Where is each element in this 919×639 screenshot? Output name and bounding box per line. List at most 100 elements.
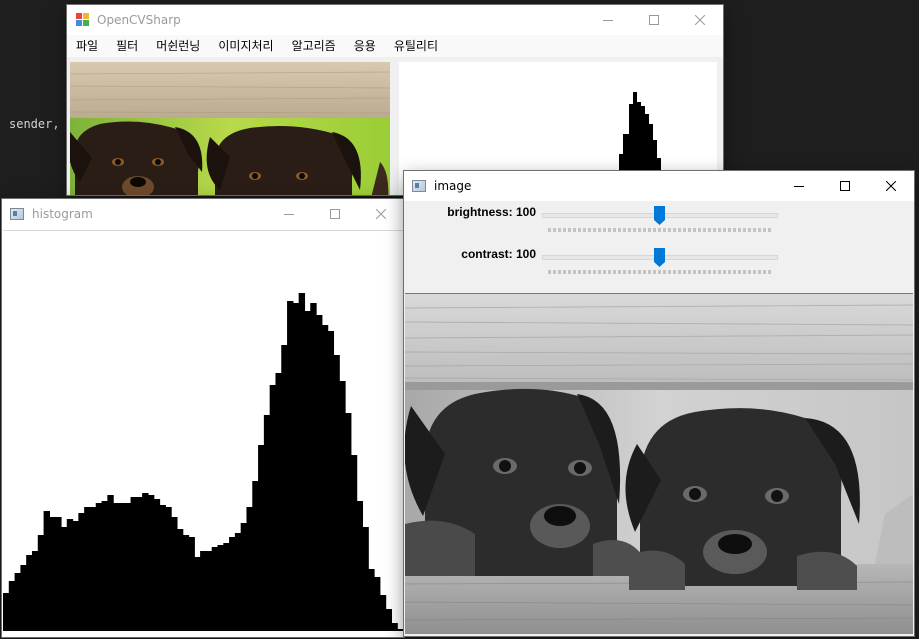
image-window-title: image: [434, 179, 472, 193]
histogram-canvas: [3, 230, 404, 633]
grayscale-image-display: [405, 293, 913, 634]
histogram-bar: [153, 499, 161, 631]
main-window-title: OpenCVSharp: [97, 13, 181, 27]
histogram-bar: [234, 533, 242, 631]
menu-algorithm[interactable]: 알고리즘: [283, 35, 345, 57]
histogram-bar: [211, 547, 219, 631]
histogram-bar: [258, 445, 265, 631]
histogram-bar: [345, 413, 352, 631]
histogram-bar: [339, 381, 346, 631]
histogram-bar: [275, 373, 282, 631]
histogram-bar: [391, 623, 398, 631]
contrast-label: contrast: 100: [461, 247, 536, 261]
maximize-button[interactable]: [312, 199, 358, 229]
code-fragment: sender,: [9, 117, 60, 131]
histogram-bar: [316, 315, 323, 631]
color-puppies-image: [70, 62, 390, 195]
trackbar-brightness: brightness: 100: [404, 205, 914, 241]
brightness-slider-thumb[interactable]: [653, 206, 665, 225]
minimize-icon: [284, 214, 294, 215]
histogram-bar: [66, 519, 74, 631]
histogram-bar: [124, 503, 132, 631]
histogram-bar: [26, 555, 33, 631]
histogram-bar: [37, 535, 45, 631]
trackbar-contrast: contrast: 100: [404, 247, 914, 283]
histogram-bar: [159, 505, 166, 631]
brightness-label: brightness: 100: [447, 205, 536, 219]
histogram-plot: [3, 293, 404, 631]
minimize-button[interactable]: [776, 171, 822, 201]
menu-utility[interactable]: 유틸리티: [385, 35, 447, 57]
histogram-bar: [333, 355, 340, 631]
histogram-bar: [223, 543, 230, 631]
close-icon: [695, 15, 705, 25]
contrast-slider-ticks: [548, 270, 772, 274]
app-icon: [76, 13, 90, 27]
histogram-bar: [3, 593, 10, 631]
histogram-bar: [130, 497, 137, 631]
histogram-bar: [374, 577, 381, 631]
contrast-slider-thumb[interactable]: [653, 248, 665, 267]
histogram-bar: [14, 573, 21, 631]
histogram-bar: [95, 503, 103, 631]
histogram-bar: [176, 529, 184, 631]
close-button[interactable]: [358, 199, 404, 229]
grayscale-puppies-image: [405, 294, 913, 634]
maximize-button[interactable]: [822, 171, 868, 201]
histogram-bar: [350, 455, 358, 631]
menu-bar: 파일 필터 머쉰런닝 이미지처리 알고리즘 응용 유틸리티: [67, 35, 723, 57]
histogram-bar: [385, 609, 393, 631]
histogram-bar: [205, 551, 213, 631]
histogram-bar: [194, 557, 201, 631]
histogram-bar: [281, 345, 288, 631]
maximize-icon: [649, 15, 659, 25]
main-titlebar[interactable]: OpenCVSharp: [67, 5, 723, 35]
histogram-bar: [240, 523, 248, 631]
histogram-bar: [43, 511, 50, 631]
minimize-button[interactable]: [585, 5, 631, 35]
menu-machine-learning[interactable]: 머쉰런닝: [147, 35, 209, 57]
histogram-bar: [101, 501, 108, 631]
histogram-bar: [287, 301, 294, 631]
histogram-bar: [292, 303, 300, 631]
histogram-bar: [31, 551, 39, 631]
histogram-bar: [182, 535, 190, 631]
histogram-bar: [217, 545, 224, 631]
histogram-bar: [107, 495, 114, 631]
window-icon: [10, 208, 24, 220]
maximize-button[interactable]: [631, 5, 677, 35]
histogram-bar: [171, 517, 178, 631]
histogram-bar: [147, 495, 155, 631]
histogram-bar: [55, 517, 62, 631]
maximize-icon: [330, 209, 340, 219]
window-icon: [412, 180, 426, 192]
histogram-bar: [165, 507, 172, 631]
menu-image-processing[interactable]: 이미지처리: [209, 35, 282, 57]
histogram-bar: [118, 503, 126, 631]
histogram-titlebar[interactable]: histogram: [2, 199, 404, 229]
menu-file[interactable]: 파일: [67, 35, 107, 57]
histogram-bar: [89, 507, 97, 631]
histogram-bar: [49, 517, 56, 631]
histogram-bar: [142, 493, 149, 631]
menu-application[interactable]: 응용: [345, 35, 385, 57]
close-button[interactable]: [868, 171, 914, 201]
histogram-bar: [200, 551, 207, 631]
maximize-icon: [840, 181, 850, 191]
menu-filter[interactable]: 필터: [107, 35, 147, 57]
source-image-picturebox: [70, 62, 390, 195]
histogram-bar: [304, 311, 311, 631]
histogram-window: histogram: [2, 199, 404, 637]
minimize-button[interactable]: [266, 199, 312, 229]
histogram-bar: [321, 325, 329, 631]
histogram-bar: [362, 527, 369, 631]
histogram-bar: [8, 581, 16, 631]
image-titlebar[interactable]: image: [404, 171, 914, 201]
histogram-bar: [113, 503, 120, 631]
histogram-bar: [252, 481, 259, 631]
histogram-bar: [78, 513, 85, 631]
close-button[interactable]: [677, 5, 723, 35]
histogram-bar: [327, 331, 335, 631]
histogram-bar: [188, 537, 195, 631]
minimize-icon: [603, 20, 613, 21]
